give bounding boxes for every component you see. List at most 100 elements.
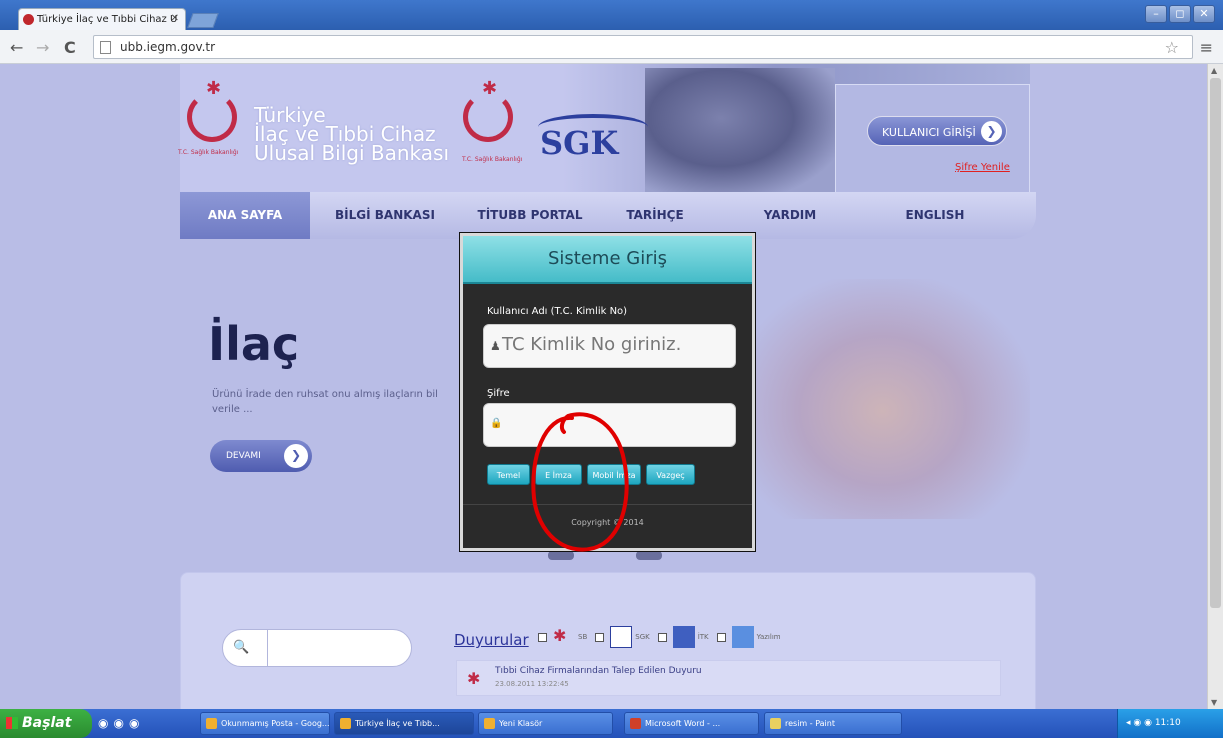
- user-icon: ♟: [490, 339, 501, 353]
- start-button[interactable]: Başlat: [0, 709, 92, 738]
- start-label: Başlat: [22, 715, 72, 731]
- news-title: Tıbbi Cihaz Firmalarından Talep Edilen D…: [495, 666, 702, 676]
- browser-tabbar: Türkiye İlaç ve Tıbbi Cihaz U ✕ – ◻ ✕: [0, 0, 1223, 30]
- page-icon: [100, 41, 111, 54]
- back-icon[interactable]: ←: [10, 38, 23, 57]
- sgk-logo-text: SGK: [540, 124, 619, 162]
- reload-icon[interactable]: C: [64, 38, 76, 57]
- app-icon: [340, 718, 351, 729]
- windows-taskbar: Başlat ◉◉◉ Okunmamış Posta - Goog... Tür…: [0, 709, 1223, 738]
- search-icon[interactable]: 🔍: [233, 640, 257, 658]
- app-icon: [630, 718, 641, 729]
- minimize-button[interactable]: –: [1145, 5, 1167, 23]
- red-circle-annotation: [531, 412, 629, 552]
- nav-item-home[interactable]: ANA SAYFA: [180, 192, 310, 239]
- main-nav: ANA SAYFA BİLGİ BANKASI TİTUBB PORTAL TA…: [180, 192, 1036, 239]
- portrait-image: [645, 68, 835, 194]
- browser-menu-icon[interactable]: ≡: [1200, 38, 1213, 57]
- announcement-filters: ✱ SB SGK İTK Yazılım: [530, 626, 781, 648]
- folder-icon: [484, 718, 495, 729]
- system-tray: ◂ ◉ ◉ 11:10: [1117, 709, 1223, 738]
- tab-title: Türkiye İlaç ve Tıbbi Cihaz U: [37, 14, 178, 25]
- taskbar-item[interactable]: Microsoft Word - ...: [624, 712, 759, 735]
- ministry-filter-icon: ✱: [553, 626, 567, 645]
- news-date: 23.08.2011 13:22:45: [495, 680, 569, 688]
- lock-icon: 🔒: [490, 418, 503, 429]
- arrow-right-icon: ❯: [981, 121, 1002, 142]
- nav-item-history[interactable]: TARİHÇE: [600, 192, 710, 239]
- address-bar[interactable]: ubb.iegm.gov.tr: [93, 35, 1193, 59]
- arrow-right-icon: ❯: [284, 444, 308, 468]
- taskbar-item[interactable]: resim - Paint: [764, 712, 902, 735]
- filter-checkbox[interactable]: [538, 632, 547, 642]
- clock: 11:10: [1154, 718, 1181, 728]
- address-url: ubb.iegm.gov.tr: [120, 40, 216, 54]
- scroll-up-icon[interactable]: ▲: [1211, 66, 1217, 75]
- ministry-logo-icon: ✱: [467, 669, 481, 688]
- nav-item-titubb-portal[interactable]: TİTUBB PORTAL: [460, 192, 600, 239]
- password-reset-link[interactable]: Şifre Yenile: [955, 162, 1010, 173]
- forward-icon[interactable]: →: [36, 38, 49, 57]
- modal-header: Sisteme Giriş: [463, 236, 752, 284]
- filter-checkbox[interactable]: [657, 632, 667, 642]
- filter-checkbox[interactable]: [595, 632, 605, 642]
- sgk-filter-icon: [610, 626, 633, 648]
- favicon-icon: [23, 14, 34, 25]
- nav-item-knowledge-base[interactable]: BİLGİ BANKASI: [310, 192, 460, 239]
- site-logo-text: Türkiye İlaç ve Tıbbi Cihaz Ulusal Bilgi…: [254, 105, 450, 165]
- ministry-logo-2-caption: T.C. Sağlık Bakanlığı: [462, 156, 523, 163]
- filter-checkbox[interactable]: [716, 632, 726, 642]
- tab-close-icon[interactable]: ✕: [171, 13, 179, 24]
- read-more-label: DEVAMI: [226, 451, 261, 461]
- itk-filter-icon: [672, 626, 695, 648]
- user-login-label: KULLANICI GİRİŞİ: [882, 126, 976, 139]
- taskbar-item-active[interactable]: Türkiye İlaç ve Tıbb...: [334, 712, 474, 735]
- taskbar-item-label: Yeni Klasör: [499, 719, 543, 728]
- maximize-button[interactable]: ◻: [1169, 5, 1191, 23]
- close-window-button[interactable]: ✕: [1193, 5, 1215, 23]
- password-label: Şifre: [487, 388, 510, 399]
- logo-line: Ulusal Bilgi Bankası: [254, 141, 450, 165]
- paint-icon: [770, 718, 781, 729]
- username-label: Kullanıcı Adı (T.C. Kimlik No): [487, 306, 628, 317]
- modal-title: Sisteme Giriş: [548, 248, 667, 269]
- search-input[interactable]: 🔍: [222, 629, 412, 667]
- nav-item-english[interactable]: ENGLISH: [870, 192, 1000, 239]
- window-controls: – ◻ ✕: [1145, 5, 1215, 23]
- read-more-button[interactable]: DEVAMI ❯: [210, 440, 312, 472]
- taskbar-item[interactable]: Okunmamış Posta - Goog...: [200, 712, 330, 735]
- page-scrollbar[interactable]: ▲ ▼: [1207, 64, 1223, 709]
- scroll-down-icon[interactable]: ▼: [1211, 698, 1217, 707]
- quick-launch-icons[interactable]: ◉◉◉: [98, 716, 144, 730]
- slider-dot[interactable]: [636, 551, 662, 560]
- taskbar-item-label: resim - Paint: [785, 719, 835, 728]
- filter-label: Yazılım: [756, 633, 781, 641]
- cancel-button[interactable]: Vazgeç: [646, 464, 695, 485]
- browser-toolbar: ← → C ubb.iegm.gov.tr: [0, 30, 1223, 64]
- browser-tab[interactable]: Türkiye İlaç ve Tıbbi Cihaz U ✕: [18, 8, 186, 30]
- web-page: ✱ T.C. Sağlık Bakanlığı Türkiye İlaç ve …: [0, 64, 1207, 709]
- tc-kimlik-input[interactable]: ♟ TC Kimlik No giriniz.: [483, 324, 736, 368]
- taskbar-item[interactable]: Yeni Klasör: [478, 712, 613, 735]
- search-divider: [267, 630, 268, 666]
- new-tab-button[interactable]: [187, 13, 219, 28]
- hero-title: İlaç: [208, 317, 300, 371]
- hero-description: Ürünü İrade den ruhsat onu almış ilaçlar…: [212, 389, 438, 415]
- taskbar-item-label: Türkiye İlaç ve Tıbb...: [355, 719, 440, 728]
- taskbar-item-label: Okunmamış Posta - Goog...: [221, 719, 330, 728]
- filter-label: SGK: [635, 633, 650, 641]
- app-icon: [206, 718, 217, 729]
- filter-label: SB: [578, 633, 588, 641]
- scroll-thumb[interactable]: [1210, 78, 1221, 608]
- windows-logo-icon: [6, 717, 18, 729]
- ministry-logo-caption: T.C. Sağlık Bakanlığı: [178, 149, 239, 156]
- list-item[interactable]: ✱ Tıbbi Cihaz Firmalarından Talep Edilen…: [456, 660, 1001, 696]
- nav-item-help[interactable]: YARDIM: [710, 192, 870, 239]
- tc-kimlik-placeholder: TC Kimlik No giriniz.: [502, 334, 682, 355]
- tray-icons[interactable]: ◂ ◉ ◉: [1126, 718, 1155, 728]
- taskbar-item-label: Microsoft Word - ...: [645, 719, 721, 728]
- announcements-link[interactable]: Duyurular: [454, 631, 529, 649]
- handshake-image: [735, 279, 1030, 519]
- bookmark-star-icon[interactable]: ☆: [1165, 38, 1179, 57]
- user-login-button[interactable]: KULLANICI GİRİŞİ ❯: [867, 116, 1007, 146]
